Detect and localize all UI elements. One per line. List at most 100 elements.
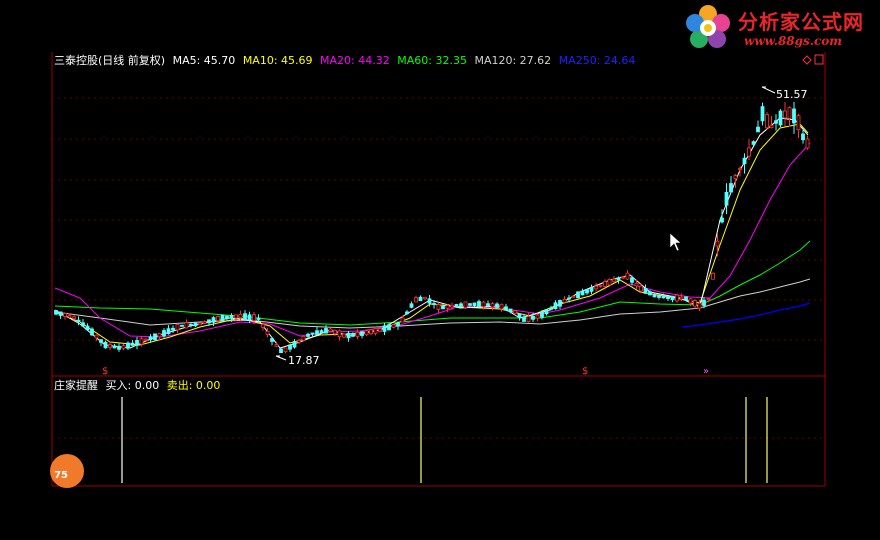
candlestick — [778, 109, 783, 128]
candlestick — [297, 339, 301, 344]
low-price-label: 17.87 — [288, 354, 320, 367]
candlestick — [414, 295, 418, 303]
signal-marker: $ — [102, 366, 108, 377]
candlestick — [616, 276, 621, 284]
candlestick — [99, 339, 103, 347]
ma250-value: MA250: 24.64 — [558, 54, 636, 67]
stock-chart-canvas[interactable]: 51.57 17.87 $ $ » — [0, 0, 880, 540]
sell-value: 卖出: 0.00 — [166, 379, 221, 392]
indicator-legend: 庄家提醒 买入: 0.00 卖出: 0.00 — [54, 379, 224, 392]
candlestick — [724, 183, 729, 215]
candlestick — [787, 106, 792, 127]
candlestick — [652, 293, 657, 298]
low-annotation: 17.87 — [275, 354, 320, 367]
candlestick — [261, 321, 265, 331]
candlestick — [625, 270, 630, 280]
ma10-line — [54, 123, 809, 346]
candlestick — [535, 313, 540, 322]
candlestick — [756, 120, 760, 133]
candlestick — [486, 300, 490, 307]
candlestick — [418, 295, 423, 302]
candlestick — [666, 296, 670, 301]
ma20-value: MA20: 44.32 — [320, 54, 390, 67]
high-annotation: 51.57 — [761, 86, 808, 101]
candlestick — [760, 102, 765, 126]
candlestick — [463, 301, 468, 309]
candlestick — [135, 337, 139, 350]
candlestick — [180, 324, 184, 327]
ma-legend: 三泰控股(日线 前复权) MA5: 45.70 MA10: 45.69 MA20… — [54, 54, 639, 67]
logo-title: 分析家公式网 — [738, 10, 864, 34]
candlestick — [643, 284, 648, 294]
candlestick — [504, 303, 508, 311]
candlestick — [342, 333, 346, 338]
candlestick — [553, 300, 558, 310]
candlestick — [598, 284, 603, 288]
ma60-line — [54, 240, 811, 326]
candlestick — [373, 326, 378, 336]
candlestick — [742, 153, 747, 174]
candlestick — [729, 175, 733, 194]
candlestick — [769, 116, 774, 129]
candlestick — [130, 340, 135, 346]
indicator-title: 庄家提醒 — [54, 379, 98, 392]
candlestick — [301, 336, 306, 341]
ma-lines — [54, 117, 811, 349]
candlestick — [90, 327, 94, 336]
candlestick — [288, 344, 292, 353]
candlestick — [117, 343, 121, 352]
candlestick — [121, 343, 126, 351]
candlestick — [166, 325, 171, 335]
candlestick — [783, 102, 787, 127]
signal-marker: » — [703, 366, 709, 377]
buy-value: 买入: 0.00 — [105, 379, 160, 392]
candlestick — [378, 328, 382, 333]
counter-badge[interactable]: 75 — [50, 454, 84, 488]
candlestick — [382, 322, 387, 336]
high-price-label: 51.57 — [776, 88, 808, 101]
candlestick — [265, 327, 270, 338]
candlestick — [495, 302, 499, 309]
ma5-value: MA5: 45.70 — [172, 54, 236, 67]
ma10-value: MA10: 45.69 — [242, 54, 313, 67]
candlestick — [360, 331, 364, 339]
signal-marker: $ — [582, 366, 588, 377]
diamond-icon[interactable] — [802, 54, 824, 65]
candlestick — [499, 303, 504, 312]
candlestick — [85, 323, 90, 331]
candlestick — [792, 101, 796, 134]
candlestick — [220, 314, 225, 321]
candlestick — [189, 323, 193, 328]
candlestick — [657, 294, 661, 300]
candlestick — [193, 322, 198, 328]
candlestick — [391, 323, 396, 329]
candlestick — [571, 295, 576, 298]
candlestick — [612, 275, 616, 284]
site-logo: 分析家公式网 www.88gs.com — [678, 0, 880, 56]
candlestick — [202, 320, 207, 324]
candlestick — [364, 329, 369, 337]
indicator-panel — [51, 376, 825, 487]
candlestick — [270, 336, 274, 346]
candlestick — [711, 272, 715, 280]
candlestick — [153, 333, 157, 342]
signal-markers: $ $ » — [102, 366, 709, 377]
candlestick — [337, 329, 342, 341]
candlestick — [328, 327, 333, 333]
candlestick — [549, 305, 553, 311]
candlestick — [805, 135, 810, 150]
candlestick — [594, 282, 598, 292]
candlestick — [103, 340, 108, 349]
logo-url: www.88gs.com — [744, 34, 842, 48]
candlestick — [423, 296, 427, 300]
candlestick — [607, 278, 612, 286]
candlestick — [774, 114, 778, 131]
candlestick — [54, 309, 58, 316]
stock-title: 三泰控股(日线 前复权) — [54, 54, 166, 67]
candlestick — [324, 325, 328, 334]
indicator-signal-bars — [121, 397, 768, 483]
candlestick — [333, 329, 337, 337]
candlestick — [765, 112, 769, 130]
candlestick — [693, 299, 697, 309]
candlestick — [576, 291, 580, 299]
